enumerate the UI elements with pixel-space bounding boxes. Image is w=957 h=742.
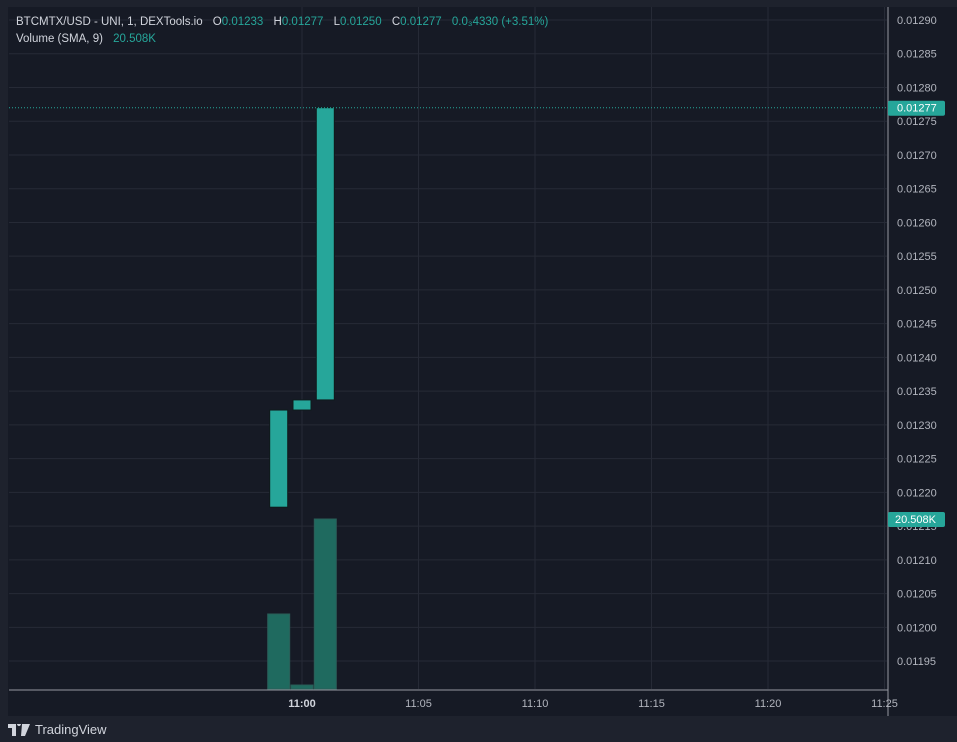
open-value: 0.01233 — [221, 16, 264, 28]
price-tick-label: 0.01275 — [897, 116, 937, 128]
volume-bar — [313, 518, 337, 690]
time-tick-label: 11:20 — [755, 698, 782, 710]
time-tick-label: 11:25 — [871, 698, 898, 710]
price-tick-label: 0.01270 — [897, 150, 937, 162]
time-tick-label: 11:00 — [288, 698, 316, 710]
tradingview-logo[interactable]: TradingView — [8, 722, 107, 737]
price-tick-label: 0.01195 — [897, 656, 936, 668]
volume-label[interactable]: Volume (SMA, 9) — [16, 33, 103, 45]
change-value: 0.0₃4330 (+3.51%) — [451, 16, 549, 28]
price-tick-label: 0.01210 — [897, 555, 937, 567]
time-tick-label: 11:10 — [522, 698, 549, 710]
volume-bar — [290, 684, 314, 690]
time-tick-label: 11:15 — [638, 698, 665, 710]
price-tick-label: 0.01255 — [897, 251, 937, 263]
chart-legend: BTCMTX/USD - UNI, 1, DEXTools.io O0.0123… — [16, 14, 548, 48]
close-value: 0.01277 — [400, 16, 442, 28]
price-tick-label: 0.01250 — [897, 285, 937, 297]
price-tick-label: 0.01225 — [897, 454, 937, 466]
price-tick-label: 0.01220 — [897, 487, 937, 499]
time-tick-label: 11:05 — [405, 698, 432, 710]
price-tick-label: 0.01240 — [897, 352, 937, 364]
last-price-label: 0.01277 — [897, 103, 937, 115]
price-chart[interactable]: 0.01290 0.01285 0.01280 0.01275 0.01270 0.012… — [0, 0, 957, 742]
tradingview-icon — [8, 723, 30, 736]
high-value: 0.01277 — [281, 16, 324, 28]
price-tick-label: 0.01290 — [897, 15, 937, 27]
open-label: O — [212, 16, 222, 28]
volume-axis-label: 20.508K — [895, 514, 937, 526]
price-tick-label: 0.01265 — [897, 184, 937, 196]
price-tick-label: 0.01235 — [897, 386, 937, 398]
candle — [269, 409, 289, 508]
price-tick-label: 0.01205 — [897, 589, 937, 601]
high-label: H — [273, 16, 282, 28]
close-label: C — [391, 16, 401, 28]
ohlc-row: BTCMTX/USD - UNI, 1, DEXTools.io O0.0123… — [16, 14, 548, 31]
price-tick-label: 0.01280 — [897, 82, 937, 94]
candle — [315, 107, 335, 401]
price-tick-label: 0.01285 — [897, 49, 937, 61]
volume-row: Volume (SMA, 9) 20.508K — [16, 31, 548, 48]
price-tick-label: 0.01260 — [897, 217, 937, 229]
price-tick-label: 0.01245 — [897, 319, 937, 331]
candle — [292, 399, 312, 411]
low-value: 0.01250 — [340, 16, 382, 28]
price-tick-label: 0.01200 — [897, 622, 937, 634]
volume-value: 20.508K — [113, 33, 156, 45]
symbol-title[interactable]: BTCMTX/USD - UNI, 1, DEXTools.io — [16, 16, 203, 28]
price-tick-label: 0.01230 — [897, 420, 937, 432]
tradingview-label: TradingView — [35, 722, 107, 737]
volume-bar — [267, 613, 291, 690]
